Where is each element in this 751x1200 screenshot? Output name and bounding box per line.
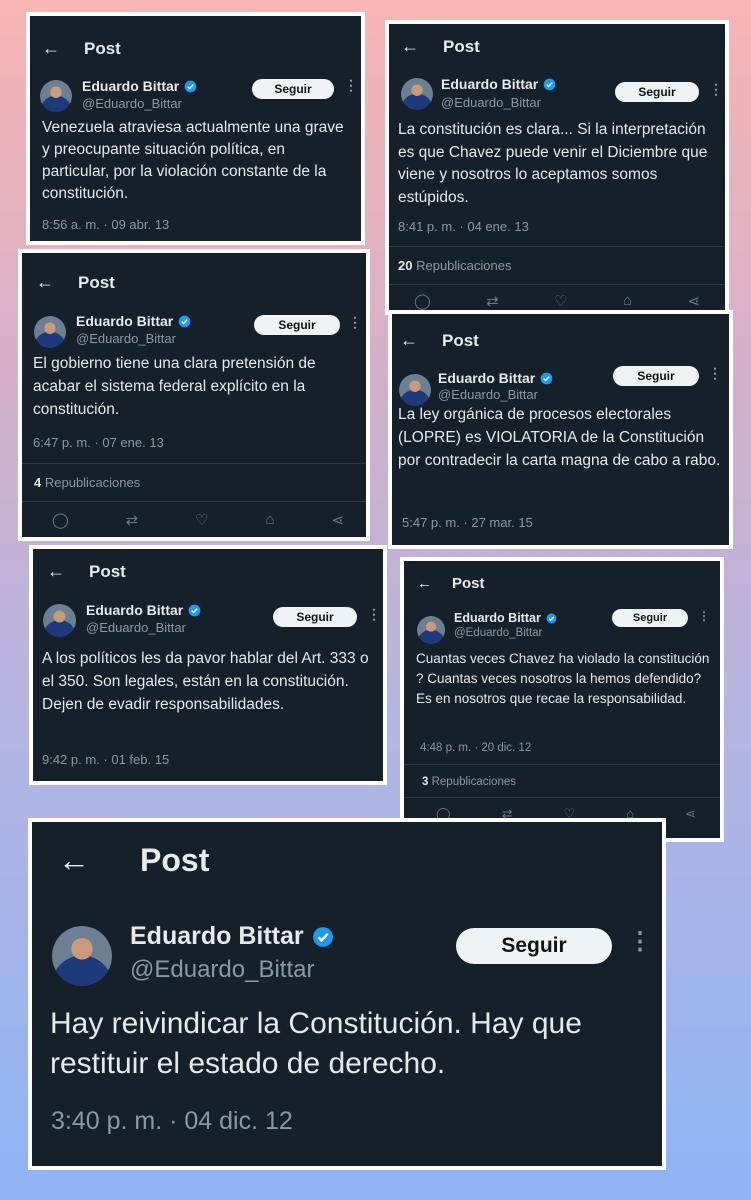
post-timestamp[interactable]: 8:41 p. m. · 04 ene. 13	[398, 219, 529, 234]
avatar[interactable]	[40, 80, 72, 112]
back-arrow-icon[interactable]: ←	[42, 38, 60, 59]
page-title: Post	[442, 330, 479, 350]
page-title: Post	[84, 38, 121, 58]
more-options-icon[interactable]: ⋮	[348, 315, 362, 329]
share-icon[interactable]: ⋖	[685, 806, 696, 822]
follow-button[interactable]: Seguir	[612, 609, 688, 627]
page-title: Post	[89, 561, 126, 581]
reply-icon[interactable]: ◯	[52, 511, 69, 529]
more-options-icon[interactable]: ⋮	[344, 78, 358, 92]
divider	[22, 463, 366, 464]
author-handle: @Eduardo_Bittar	[76, 331, 176, 346]
follow-button[interactable]: Seguir	[273, 607, 357, 627]
avatar[interactable]	[52, 926, 112, 986]
post-timestamp[interactable]: 9:42 p. m. · 01 feb. 15	[42, 752, 169, 767]
more-options-icon[interactable]: ⋮	[708, 366, 722, 380]
post-text: Cuantas veces Chavez ha violado la const…	[416, 651, 710, 706]
avatar[interactable]	[399, 374, 431, 406]
post-card: ← Post Eduardo Bittar @Eduardo_Bittar Se…	[29, 545, 387, 785]
author-handle: @Eduardo_Bittar	[441, 95, 541, 110]
reposts-count[interactable]: 3 Republicaciones	[422, 776, 516, 788]
divider	[404, 797, 720, 798]
reposts-count[interactable]: 20 Republicaciones	[398, 258, 512, 273]
action-bar: ◯ ⇄ ♡ ⌂ ⋖	[414, 292, 700, 310]
post-card: ← Post Eduardo Bittar @Eduardo_Bittar Se…	[18, 249, 370, 541]
verified-badge-icon	[546, 613, 557, 624]
author-handle: @Eduardo_Bittar	[82, 96, 182, 111]
back-arrow-icon[interactable]: ←	[58, 842, 90, 879]
post-text: Hay reivindicar la Constitución. Hay que…	[50, 1007, 582, 1080]
author-name[interactable]: Eduardo Bittar	[76, 313, 191, 329]
post-text: A los políticos les da pavor hablar del …	[42, 650, 369, 713]
page-title: Post	[452, 575, 485, 592]
post-card: ← Post Eduardo Bittar @Eduardo_Bittar Se…	[388, 310, 733, 549]
action-bar: ◯ ⇄ ♡ ⌂ ⋖	[52, 511, 344, 529]
follow-button[interactable]: Seguir	[613, 366, 699, 386]
divider	[22, 501, 366, 502]
author-name[interactable]: Eduardo Bittar	[130, 922, 334, 951]
post-text: La ley orgánica de procesos electorales …	[398, 406, 721, 469]
page-title: Post	[140, 842, 210, 878]
post-card: ← Post Eduardo Bittar @Eduardo_Bittar Se…	[28, 818, 666, 1170]
share-icon[interactable]: ⋖	[331, 511, 344, 529]
post-timestamp[interactable]: 8:56 a. m. · 09 abr. 13	[42, 217, 169, 232]
post-card: ← Post Eduardo Bittar @Eduardo_Bittar Se…	[400, 557, 724, 842]
author-handle: @Eduardo_Bittar	[438, 387, 538, 402]
author-name[interactable]: Eduardo Bittar	[454, 611, 557, 625]
like-icon[interactable]: ♡	[554, 292, 567, 310]
verified-badge-icon	[540, 372, 553, 385]
verified-badge-icon	[312, 926, 334, 948]
avatar[interactable]	[417, 616, 445, 644]
author-name[interactable]: Eduardo Bittar	[438, 370, 553, 386]
more-options-icon[interactable]: ⋮	[367, 607, 381, 621]
author-handle: @Eduardo_Bittar	[454, 627, 543, 639]
author-handle: @Eduardo_Bittar	[130, 956, 315, 983]
divider	[404, 764, 720, 765]
author-name[interactable]: Eduardo Bittar	[86, 602, 201, 618]
more-options-icon[interactable]: ⋮	[698, 610, 710, 622]
divider	[389, 284, 725, 285]
post-text: La constitución es clara... Si la interp…	[398, 121, 708, 206]
post-timestamp[interactable]: 4:48 p. m. · 20 dic. 12	[420, 742, 531, 754]
back-arrow-icon[interactable]: ←	[47, 561, 65, 582]
bookmark-icon[interactable]: ⌂	[623, 292, 632, 310]
verified-badge-icon	[184, 80, 197, 93]
more-options-icon[interactable]: ⋮	[709, 82, 723, 96]
post-timestamp[interactable]: 5:47 p. m. · 27 mar. 15	[402, 515, 533, 530]
avatar[interactable]	[401, 78, 433, 110]
reply-icon[interactable]: ◯	[414, 292, 431, 310]
author-name[interactable]: Eduardo Bittar	[82, 78, 197, 94]
avatar[interactable]	[43, 604, 76, 637]
post-text: El gobierno tiene una clara pretensión d…	[33, 355, 316, 418]
page-title: Post	[78, 272, 115, 292]
repost-icon[interactable]: ⇄	[486, 292, 499, 310]
follow-button[interactable]: Seguir	[254, 315, 340, 335]
post-timestamp[interactable]: 3:40 p. m. · 04 dic. 12	[51, 1107, 293, 1136]
back-arrow-icon[interactable]: ←	[400, 330, 418, 351]
post-timestamp[interactable]: 6:47 p. m. · 07 ene. 13	[33, 435, 164, 450]
share-icon[interactable]: ⋖	[687, 292, 700, 310]
reposts-count[interactable]: 4 Republicaciones	[34, 475, 140, 490]
author-name[interactable]: Eduardo Bittar	[441, 76, 556, 92]
avatar[interactable]	[34, 316, 66, 348]
verified-badge-icon	[188, 604, 201, 617]
like-icon[interactable]: ♡	[195, 511, 208, 529]
post-card: ← Post Eduardo Bittar @Eduardo_Bittar Se…	[26, 12, 365, 245]
verified-badge-icon	[178, 315, 191, 328]
back-arrow-icon[interactable]: ←	[417, 575, 432, 592]
repost-icon[interactable]: ⇄	[126, 511, 139, 529]
back-arrow-icon[interactable]: ←	[36, 272, 54, 293]
post-card: ← Post Eduardo Bittar @Eduardo_Bittar Se…	[385, 20, 729, 315]
verified-badge-icon	[543, 78, 556, 91]
follow-button[interactable]: Seguir	[252, 79, 334, 99]
post-text: Venezuela atraviesa actualmente una grav…	[42, 119, 344, 202]
divider	[389, 246, 725, 247]
follow-button[interactable]: Seguir	[456, 928, 612, 964]
follow-button[interactable]: Seguir	[615, 82, 699, 102]
bookmark-icon[interactable]: ⌂	[265, 511, 274, 529]
page-title: Post	[443, 36, 480, 56]
back-arrow-icon[interactable]: ←	[401, 36, 419, 57]
author-handle: @Eduardo_Bittar	[86, 620, 186, 635]
more-options-icon[interactable]: ⋮	[628, 930, 652, 954]
